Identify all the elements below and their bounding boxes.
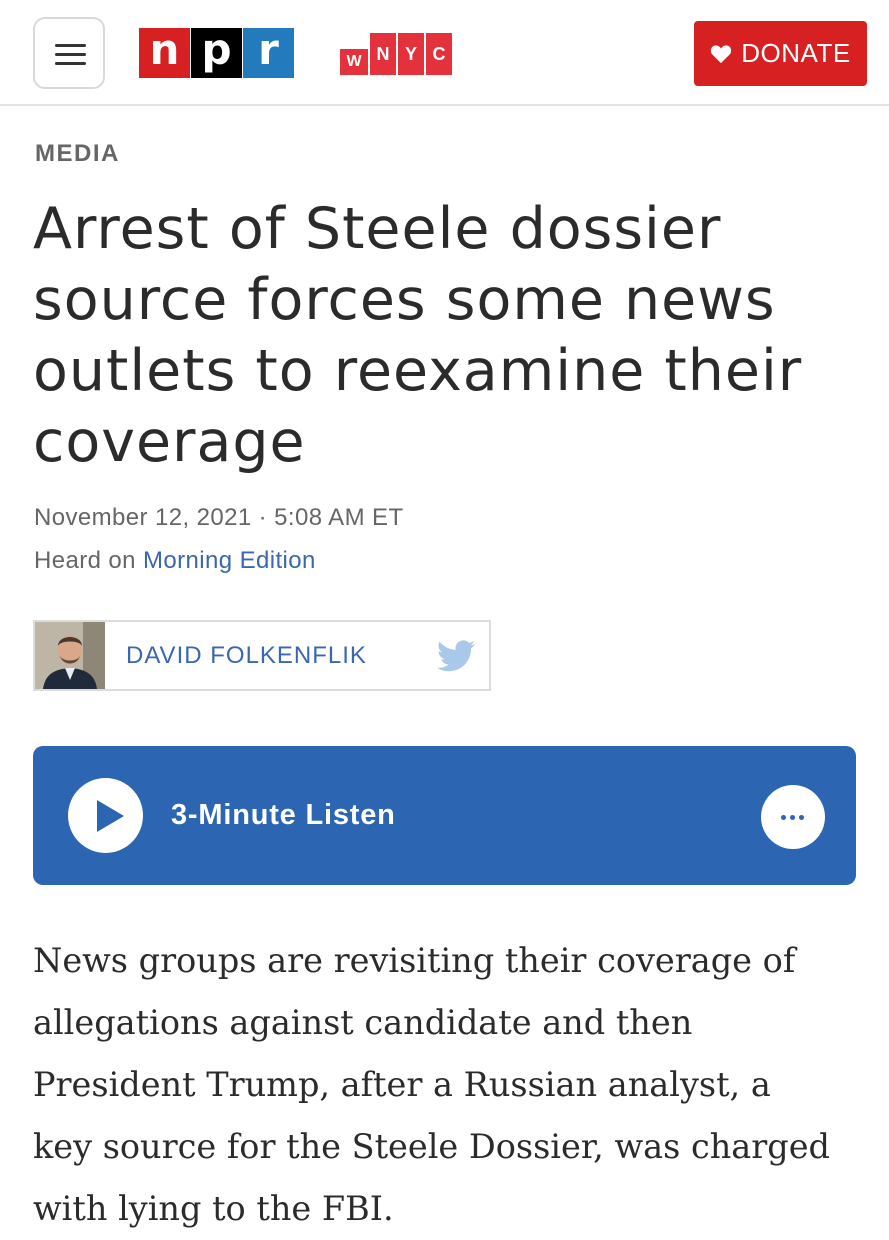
wnyc-logo-letter: Y: [398, 33, 424, 75]
article-headline: Arrest of Steele dossier source forces s…: [33, 196, 803, 475]
npr-logo[interactable]: n p r: [139, 28, 295, 78]
listen-label: 3-Minute Listen: [171, 799, 396, 831]
npr-logo-letter: n: [139, 28, 190, 78]
section-label[interactable]: MEDIA: [35, 140, 120, 168]
heard-on: Heard on Morning Edition: [34, 547, 316, 575]
npr-logo-letter: r: [243, 28, 294, 78]
play-icon: [97, 800, 124, 832]
heart-icon: [711, 44, 732, 63]
article-body: News groups are revisiting their coverag…: [33, 941, 830, 1228]
author-name[interactable]: DAVID FOLKENFLIK: [126, 642, 367, 670]
heard-on-prefix: Heard on: [34, 547, 143, 574]
audio-player: 3-Minute Listen: [33, 746, 856, 885]
more-options-button[interactable]: [761, 785, 825, 849]
donate-label: DONATE: [741, 38, 851, 68]
play-button[interactable]: [68, 778, 143, 853]
show-link[interactable]: Morning Edition: [143, 547, 316, 574]
wnyc-logo[interactable]: W N Y C: [340, 33, 452, 75]
donate-button[interactable]: DONATE: [694, 21, 867, 86]
wnyc-logo-letter: N: [370, 33, 396, 75]
npr-logo-letter: p: [191, 28, 242, 78]
wnyc-logo-letter: C: [426, 33, 452, 75]
site-header: n p r W N Y C DONATE: [0, 0, 889, 106]
menu-button[interactable]: [33, 17, 105, 89]
article-dateline: November 12, 2021 · 5:08 AM ET: [34, 504, 404, 531]
author-avatar[interactable]: [35, 622, 105, 689]
author-byline: DAVID FOLKENFLIK: [33, 620, 491, 691]
twitter-icon[interactable]: [437, 640, 475, 677]
wnyc-logo-letter: W: [340, 49, 368, 75]
